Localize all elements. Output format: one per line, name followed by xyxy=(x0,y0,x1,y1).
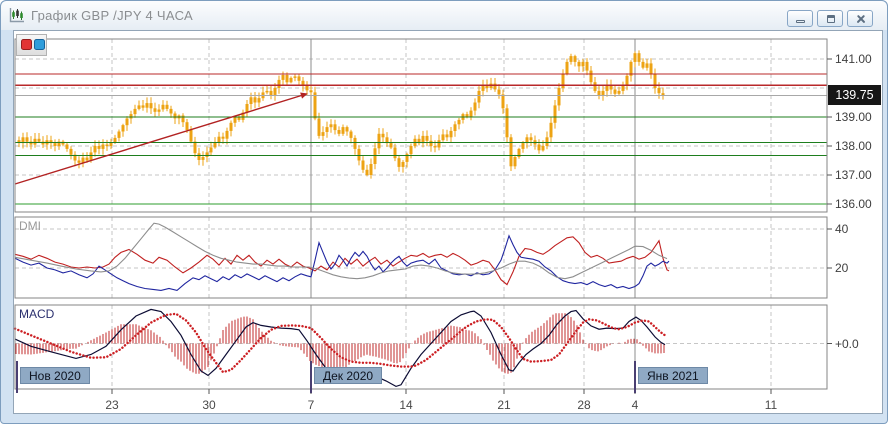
buy-marker-button[interactable] xyxy=(34,39,45,50)
sell-marker-button[interactable] xyxy=(21,39,32,50)
dmi-line-adx xyxy=(15,223,667,279)
current-price-box: 139.75 xyxy=(828,85,881,105)
macd-panel-label: MACD xyxy=(19,307,54,321)
price-panel-border xyxy=(15,39,827,212)
month-badge-dec-2020: Дек 2020 xyxy=(314,367,382,384)
chart-canvas[interactable] xyxy=(1,1,888,424)
month-badge-jan-2021: Янв 2021 xyxy=(638,367,708,384)
dmi-panel-label: DMI xyxy=(19,219,41,233)
month-badge-nov-2020: Нов 2020 xyxy=(20,367,90,384)
chart-window: График GBP /JPY 4 ЧАСА 141.00139.00138.0… xyxy=(0,0,888,424)
candlestick-series xyxy=(18,50,665,178)
chart-toolbar xyxy=(16,34,47,56)
